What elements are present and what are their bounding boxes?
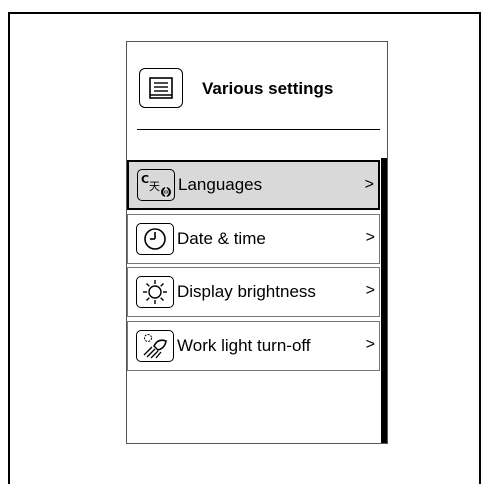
svg-text:C: C (141, 173, 149, 186)
document-icon (139, 68, 183, 108)
language-icon: C 天 (137, 169, 175, 201)
menu-item-work-light[interactable]: Work light turn-off > (127, 321, 380, 371)
chevron-right-icon: > (365, 336, 375, 353)
header-divider (137, 129, 380, 130)
menu-item-label: Date & time (177, 229, 266, 248)
chevron-right-icon: > (364, 176, 374, 193)
clock-icon (136, 223, 174, 255)
menu-item-label: Display brightness (177, 282, 316, 301)
chevron-right-icon: > (365, 282, 375, 299)
svg-text:天: 天 (149, 180, 160, 193)
page-title: Various settings (202, 79, 334, 98)
scrollbar[interactable] (381, 158, 387, 443)
menu-item-label: Work light turn-off (177, 336, 311, 355)
header: Various settings (127, 42, 387, 130)
menu-item-languages[interactable]: C 天 Languages > (127, 160, 380, 210)
settings-screen: Various settings C 天 Languages > Date & … (126, 41, 388, 444)
menu-item-date-time[interactable]: Date & time > (127, 214, 380, 264)
menu-item-label: Languages (178, 175, 263, 194)
work-light-icon (136, 330, 174, 362)
menu-item-display-brightness[interactable]: Display brightness > (127, 267, 380, 317)
chevron-right-icon: > (365, 229, 375, 246)
brightness-icon (136, 276, 174, 308)
